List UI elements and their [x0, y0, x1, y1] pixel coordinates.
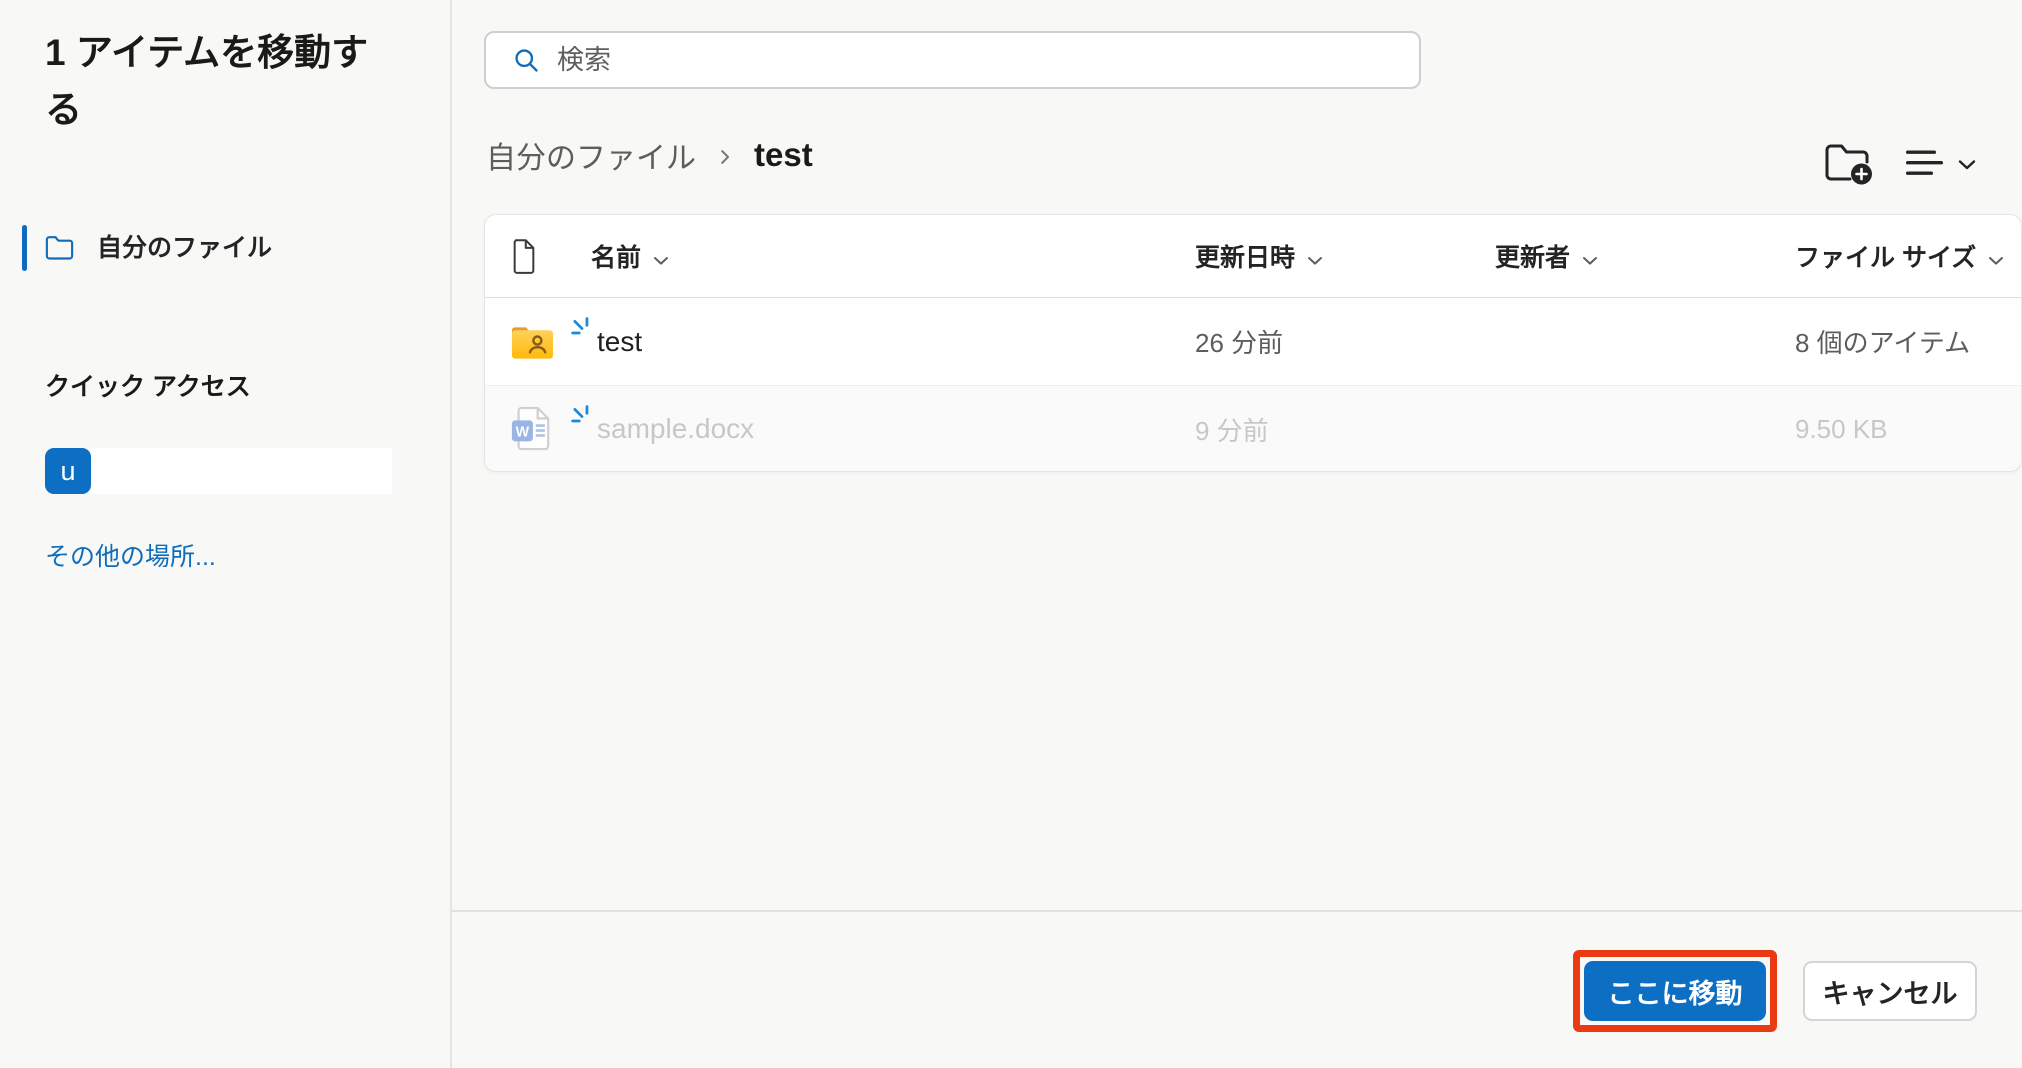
- new-folder-icon: [1823, 139, 1875, 187]
- footer-actions: ここに移動 キャンセル: [1573, 950, 1977, 1032]
- chevron-down-icon: [1988, 244, 2004, 273]
- chevron-down-icon: [653, 244, 669, 273]
- breadcrumb-current: test: [754, 136, 813, 174]
- move-here-button[interactable]: ここに移動: [1584, 961, 1766, 1021]
- svg-text:W: W: [516, 425, 530, 441]
- more-places-link[interactable]: その他の場所...: [45, 537, 216, 573]
- file-size: 9.50 KB: [1791, 414, 2021, 445]
- selection-indicator: [22, 225, 27, 271]
- shared-folder-icon: [485, 323, 555, 361]
- file-size: 8 個のアイテム: [1791, 323, 2021, 360]
- toolbar: [1823, 138, 1977, 188]
- column-header-file-size[interactable]: ファイル サイズ: [1791, 238, 2021, 274]
- sidebar: 1 アイテムを移動する 自分のファイル クイック アクセス u その他の場所..…: [0, 0, 451, 1068]
- chevron-down-icon: [1307, 244, 1323, 273]
- search-box: [484, 31, 1421, 89]
- folder-icon: [45, 234, 75, 266]
- chevron-down-icon: [1582, 244, 1598, 273]
- search-icon: [512, 46, 540, 74]
- dialog-title: 1 アイテムを移動する: [45, 24, 395, 138]
- search-input[interactable]: [557, 45, 1399, 76]
- quick-access-item-body: [91, 448, 392, 494]
- sidebar-divider: [450, 0, 452, 1068]
- sidebar-item-my-files[interactable]: 自分のファイル: [0, 225, 440, 271]
- annotation-highlight: ここに移動: [1573, 950, 1777, 1032]
- table-row: W sample.docx 9 分前 9.50 KB: [485, 385, 2021, 472]
- chevron-down-icon: [1957, 158, 1977, 172]
- moving-item-icon: [571, 317, 593, 344]
- cancel-button[interactable]: キャンセル: [1803, 961, 1977, 1021]
- chevron-right-icon: [716, 148, 734, 166]
- table-header: 名前 更新日時 更新者 ファイル サイズ: [485, 215, 2021, 298]
- file-name: test: [597, 326, 642, 358]
- column-header-modified[interactable]: 更新日時: [1191, 238, 1491, 274]
- file-type-column-icon: [485, 238, 555, 274]
- file-list-card: 名前 更新日時 更新者 ファイル サイズ: [484, 214, 2022, 472]
- sidebar-item-label: 自分のファイル: [97, 225, 272, 271]
- footer-divider: [451, 910, 2022, 912]
- move-items-dialog: 1 アイテムを移動する 自分のファイル クイック アクセス u その他の場所..…: [0, 0, 2022, 1068]
- site-avatar: u: [45, 448, 91, 494]
- quick-access-heading: クイック アクセス: [45, 367, 251, 403]
- column-header-modified-by[interactable]: 更新者: [1491, 238, 1791, 274]
- moving-item-icon: [571, 405, 593, 432]
- view-options-button[interactable]: [1905, 149, 1977, 177]
- word-document-icon: W: [485, 406, 555, 452]
- sort-lines-icon: [1905, 149, 1945, 177]
- file-modified: 9 分前: [1191, 411, 1491, 448]
- column-header-name[interactable]: 名前: [555, 238, 1191, 274]
- file-name: sample.docx: [597, 413, 754, 445]
- quick-access-item[interactable]: u: [45, 448, 392, 494]
- create-folder-button[interactable]: [1823, 139, 1875, 187]
- breadcrumb: 自分のファイル test: [486, 131, 813, 179]
- file-modified: 26 分前: [1191, 323, 1491, 360]
- table-row[interactable]: test 26 分前 8 個のアイテム: [485, 298, 2021, 385]
- breadcrumb-root[interactable]: 自分のファイル: [486, 133, 696, 177]
